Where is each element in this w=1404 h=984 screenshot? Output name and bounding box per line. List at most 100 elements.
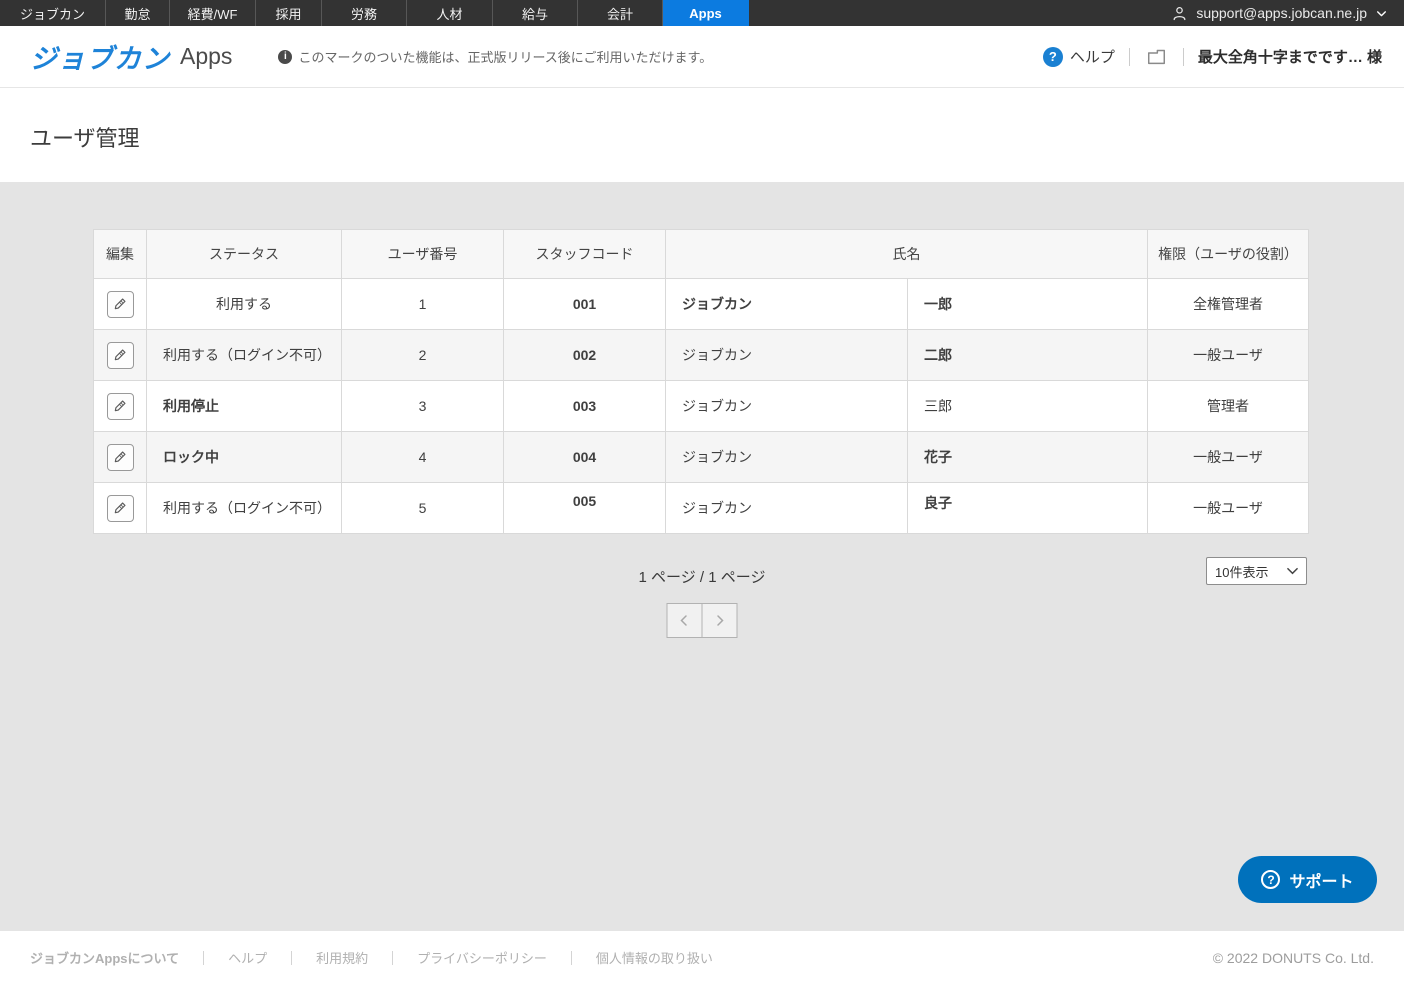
last-name-cell: ジョブカン [666,483,908,534]
last-name-cell: ジョブカン [666,381,908,432]
help-icon: ? [1043,47,1063,67]
role-cell: 管理者 [1148,381,1309,432]
help-link[interactable]: ? ヘルプ [1043,46,1115,67]
chevron-left-icon [679,614,691,627]
footer-link-about[interactable]: ジョブカンAppsについて [30,948,179,967]
folder-button[interactable] [1144,45,1169,68]
next-page-button[interactable] [702,603,738,638]
chevron-right-icon [714,614,726,627]
logo-text: ジョブカン [30,37,170,76]
divider [1183,48,1184,66]
app-header: ジョブカン Apps i このマークのついた機能は、正式版リリース後にご利用いた… [0,26,1404,88]
staff-code-cell: 005 [504,483,666,534]
edit-button[interactable] [107,495,134,522]
first-name-cell: 一郎 [908,279,1148,330]
pagination-label: 1 ページ / 1 ページ [0,566,1404,587]
col-header-user-no: ユーザ番号 [342,230,504,279]
nav-tab-roumu[interactable]: 労務 [322,0,407,26]
status-cell: 利用する [147,279,342,330]
user-no-cell: 5 [342,483,504,534]
prev-page-button[interactable] [667,603,703,638]
footer: ジョブカンAppsについて ヘルプ 利用規約 プライバシーポリシー 個人情報の取… [0,931,1404,984]
nav-tab-kintai[interactable]: 勤怠 [106,0,170,26]
footer-link-personal-info[interactable]: 個人情報の取り扱い [596,948,713,967]
user-icon [1171,5,1188,22]
header-actions: ? ヘルプ 最大全角十字までです… 様 [1043,45,1382,68]
copyright: © 2022 DONUTS Co. Ltd. [1213,950,1374,966]
table-row: ロック中 4 004 ジョブカン 花子 一般ユーザ [94,432,1309,483]
pencil-icon [113,297,127,311]
account-email: support@apps.jobcan.ne.jp [1196,5,1367,21]
role-cell: 一般ユーザ [1148,483,1309,534]
footer-link-help[interactable]: ヘルプ [228,948,267,967]
first-name-cell: 花子 [908,432,1148,483]
logo-sub-text: Apps [180,43,232,70]
account-menu[interactable]: support@apps.jobcan.ne.jp [1171,0,1404,26]
divider [1129,48,1130,66]
support-button[interactable]: ? サポート [1238,856,1377,903]
col-header-status: ステータス [147,230,342,279]
edit-cell [94,381,147,432]
user-no-cell: 4 [342,432,504,483]
staff-code-cell: 003 [504,381,666,432]
nav-tab-saiyo[interactable]: 採用 [256,0,322,26]
help-label: ヘルプ [1070,46,1115,67]
edit-button[interactable] [107,291,134,318]
role-cell: 全権管理者 [1148,279,1309,330]
edit-cell [94,330,147,381]
pager [667,603,738,638]
first-name-cell: 良子 [908,483,1148,534]
nav-tab-jobcan[interactable]: ジョブカン [0,0,106,26]
pencil-icon [113,501,127,515]
last-name-cell: ジョブカン [666,279,908,330]
user-no-cell: 1 [342,279,504,330]
footer-link-privacy[interactable]: プライバシーポリシー [417,948,547,967]
support-label: サポート [1289,868,1353,892]
footer-link-terms[interactable]: 利用規約 [316,948,368,967]
content-area: 編集 ステータス ユーザ番号 スタッフコード 氏名 権限（ユーザの役割） [0,182,1404,931]
page-title: ユーザ管理 [0,88,1404,153]
nav-tab-kaikei[interactable]: 会計 [578,0,663,26]
staff-code-cell: 004 [504,432,666,483]
divider [203,951,204,965]
page-size-value: 10件表示 [1215,562,1268,581]
staff-code-cell: 002 [504,330,666,381]
current-user-name: 最大全角十字までです… 様 [1198,46,1382,67]
users-table: 編集 ステータス ユーザ番号 スタッフコード 氏名 権限（ユーザの役割） [93,229,1309,534]
role-cell: 一般ユーザ [1148,330,1309,381]
edit-cell [94,279,147,330]
nav-tab-kyuyo[interactable]: 給与 [493,0,578,26]
pencil-icon [113,399,127,413]
edit-button[interactable] [107,444,134,471]
status-cell: ロック中 [147,432,342,483]
col-header-edit: 編集 [94,230,147,279]
status-cell: 利用停止 [147,381,342,432]
col-header-staff-code: スタッフコード [504,230,666,279]
edit-cell [94,432,147,483]
divider [392,951,393,965]
last-name-cell: ジョブカン [666,432,908,483]
nav-tab-apps[interactable]: Apps [663,0,749,26]
divider [571,951,572,965]
nav-tab-jinzai[interactable]: 人材 [407,0,493,26]
first-name-cell: 二郎 [908,330,1148,381]
question-icon: ? [1261,870,1280,889]
table-row: 利用する（ログイン不可） 2 002 ジョブカン 二郎 一般ユーザ [94,330,1309,381]
chevron-down-icon [1375,7,1388,20]
col-header-role: 権限（ユーザの役割） [1148,230,1309,279]
top-nav: ジョブカン 勤怠 経費/WF 採用 労務 人材 給与 会計 Apps suppo… [0,0,1404,26]
jobcan-apps-logo[interactable]: ジョブカン Apps [30,37,232,76]
status-cell: 利用する（ログイン不可） [147,330,342,381]
staff-code-cell: 001 [504,279,666,330]
edit-button[interactable] [107,393,134,420]
edit-cell [94,483,147,534]
table-header-row: 編集 ステータス ユーザ番号 スタッフコード 氏名 権限（ユーザの役割） [94,230,1309,279]
pencil-icon [113,450,127,464]
nav-tab-keihi-wf[interactable]: 経費/WF [170,0,256,26]
last-name-cell: ジョブカン [666,330,908,381]
table-row: 利用する（ログイン不可） 5 005 ジョブカン 良子 一般ユーザ [94,483,1309,534]
page-size-select[interactable]: 10件表示 [1206,557,1307,585]
edit-button[interactable] [107,342,134,369]
folder-icon [1146,47,1167,66]
info-icon: i [278,50,292,64]
